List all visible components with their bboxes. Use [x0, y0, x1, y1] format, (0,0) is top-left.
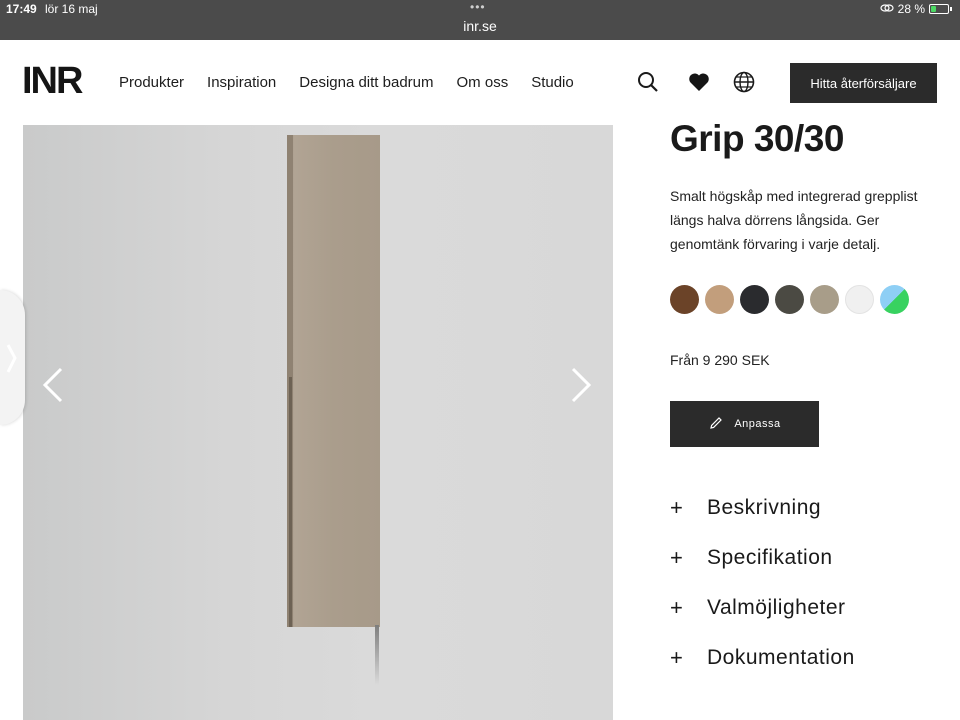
nav-produkter[interactable]: Produkter — [119, 74, 184, 91]
customize-button[interactable]: Anpassa — [670, 401, 819, 447]
status-right: 28 % — [880, 2, 952, 16]
accordion-label: Beskrivning — [707, 496, 822, 519]
accordion-specifikation[interactable]: + Specifikation — [670, 533, 855, 583]
nav-om-oss[interactable]: Om oss — [457, 74, 509, 91]
accordion-label: Specifikation — [707, 546, 833, 569]
color-swatches — [670, 285, 909, 314]
heart-icon[interactable] — [687, 70, 711, 94]
accordion-dokumentation[interactable]: + Dokumentation — [670, 633, 855, 683]
swatch-2[interactable] — [740, 285, 769, 314]
side-drawer-handle[interactable] — [0, 290, 25, 425]
gallery-next-arrow-icon[interactable] — [565, 365, 595, 405]
product-image — [287, 135, 380, 627]
nav-designa-ditt-badrum[interactable]: Designa ditt badrum — [299, 74, 433, 91]
plus-icon: + — [670, 595, 684, 620]
link-icon — [880, 2, 894, 16]
swatch-4[interactable] — [810, 285, 839, 314]
product-price: Från 9 290 SEK — [670, 352, 770, 368]
ios-status-bar: 17:49 lör 16 maj ••• inr.se 28 % — [0, 0, 960, 40]
product-image-gallery — [23, 125, 613, 720]
pencil-icon — [708, 415, 724, 434]
cabinet-shadow — [375, 625, 379, 685]
swatch-6[interactable] — [880, 285, 909, 314]
product-accordion: + Beskrivning + Specifikation + Valmöjli… — [670, 483, 855, 683]
globe-icon[interactable] — [732, 70, 756, 94]
status-time: 17:49 — [6, 2, 37, 16]
battery-percent: 28 % — [897, 2, 925, 16]
swatch-1[interactable] — [705, 285, 734, 314]
product-title: Grip 30/30 — [670, 118, 844, 159]
inr-logo[interactable]: INR — [22, 60, 83, 103]
swatch-0[interactable] — [670, 285, 699, 314]
plus-icon: + — [670, 645, 684, 670]
nav-studio[interactable]: Studio — [531, 74, 574, 91]
cabinet-grip-slot — [289, 377, 292, 627]
swatch-5[interactable] — [845, 285, 874, 314]
gallery-prev-arrow-icon[interactable] — [39, 365, 69, 405]
customize-label: Anpassa — [734, 418, 781, 430]
plus-icon: + — [670, 495, 684, 520]
nav-inspiration[interactable]: Inspiration — [207, 74, 276, 91]
status-date: lör 16 maj — [45, 2, 98, 16]
accordion-label: Dokumentation — [707, 646, 855, 669]
plus-icon: + — [670, 545, 684, 570]
battery-icon — [929, 4, 949, 14]
accordion-label: Valmöjligheter — [707, 596, 846, 619]
find-dealer-button[interactable]: Hitta återförsäljare — [790, 63, 937, 103]
more-dots-icon[interactable]: ••• — [470, 0, 486, 14]
swatch-3[interactable] — [775, 285, 804, 314]
site-header: INR Produkter Inspiration Designa ditt b… — [0, 40, 960, 125]
product-description: Smalt högskåp med integrerad grepplist l… — [670, 188, 918, 252]
address-bar-url[interactable]: inr.se — [0, 18, 960, 34]
main-nav: Produkter Inspiration Designa ditt badru… — [119, 74, 574, 91]
chevron-right-icon — [6, 344, 17, 373]
accordion-valmojligheter[interactable]: + Valmöjligheter — [670, 583, 855, 633]
accordion-beskrivning[interactable]: + Beskrivning — [670, 483, 855, 533]
search-icon[interactable] — [636, 70, 660, 94]
